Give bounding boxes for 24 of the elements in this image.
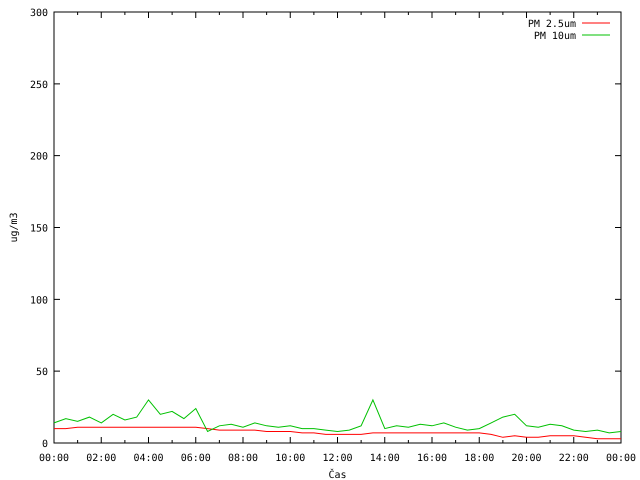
y-tick-label: 250 (30, 80, 48, 91)
x-tick-label: 06:00 (180, 453, 211, 464)
x-tick-label: 00:00 (38, 453, 70, 464)
y-tick-label: 100 (30, 295, 48, 306)
x-tick-label: 12:00 (322, 453, 353, 464)
x-tick-label: 10:00 (275, 453, 306, 464)
y-tick-label: 300 (30, 8, 48, 19)
y-tick-label: 150 (30, 224, 48, 234)
y-tick-label: 0 (42, 439, 48, 450)
y-tick-label: 50 (36, 367, 48, 378)
legend-label: PM 2.5um (528, 19, 576, 30)
y-axis-title: ug/m3 (9, 212, 20, 243)
legend-label: PM 10um (534, 31, 576, 42)
x-tick-label: 00:00 (606, 453, 636, 464)
x-axis-title: Čas (328, 470, 347, 480)
x-tick-label: 20:00 (511, 453, 542, 464)
x-tick-label: 14:00 (370, 453, 400, 464)
x-tick-label: 18:00 (464, 453, 494, 464)
y-tick-label: 200 (30, 152, 48, 163)
x-tick-label: 16:00 (416, 453, 448, 464)
x-tick-label: 08:00 (228, 453, 258, 464)
x-tick-label: 02:00 (86, 453, 116, 464)
x-tick-label: 04:00 (133, 453, 164, 464)
x-tick-label: 22:00 (558, 453, 589, 464)
